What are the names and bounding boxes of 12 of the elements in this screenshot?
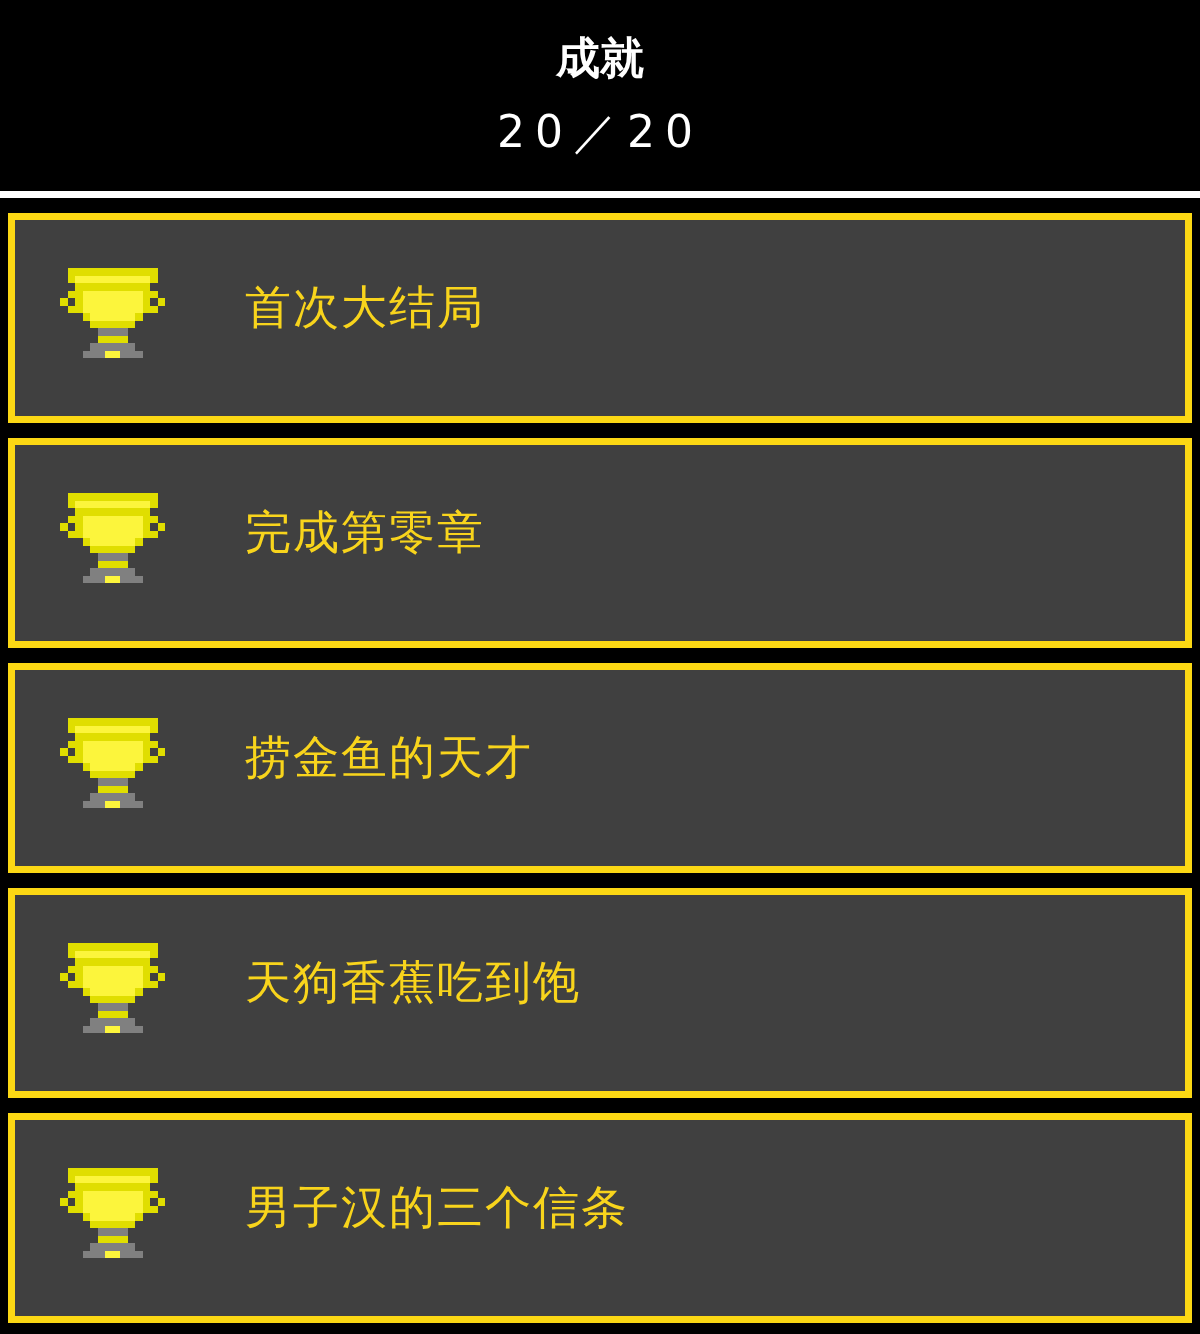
trophy-icon (60, 943, 165, 1033)
achievement-name: 完成第零章 (245, 504, 485, 561)
achievement-name: 首次大结局 (245, 279, 485, 336)
trophy-icon (60, 268, 165, 358)
trophy-icon (60, 718, 165, 808)
trophy-icon (60, 1168, 165, 1258)
progress-count: 20／20 (497, 106, 703, 158)
achievement-name: 天狗香蕉吃到饱 (245, 954, 581, 1011)
achievement-name: 捞金鱼的天才 (245, 729, 533, 786)
screen-title: 成就 (556, 32, 644, 84)
trophy-icon (60, 493, 165, 583)
achievement-name: 男子汉的三个信条 (245, 1179, 629, 1236)
